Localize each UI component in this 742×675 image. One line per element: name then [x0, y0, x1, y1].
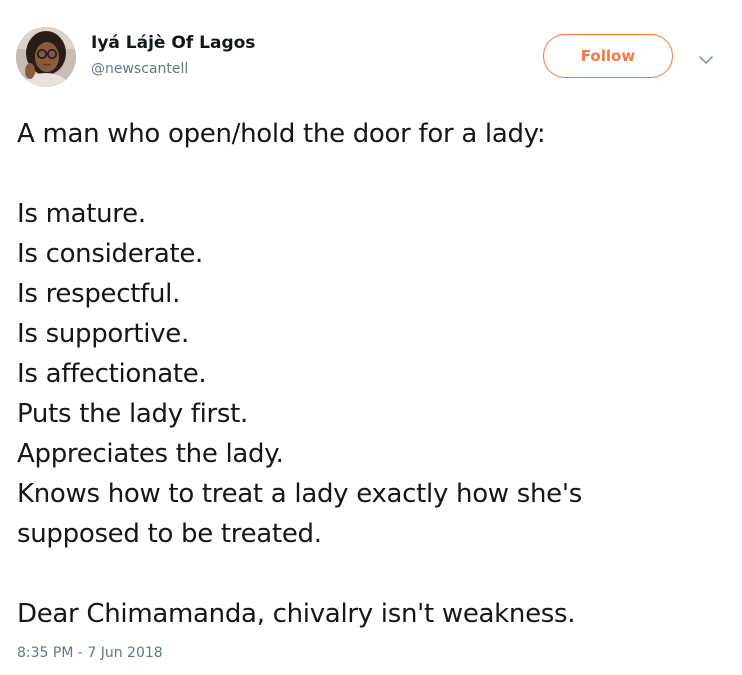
- tweet-line: Knows how to treat a lady exactly how sh…: [17, 479, 582, 509]
- user-display-name[interactable]: Iyá Lájè Of Lagos: [91, 33, 255, 53]
- user-handle[interactable]: @newscantell: [91, 61, 188, 77]
- tweet-text: A man who open/hold the door for a lady:…: [17, 114, 732, 634]
- tweet-line: A man who open/hold the door for a lady:: [17, 119, 546, 149]
- tweet-line: Is mature.: [17, 199, 146, 229]
- tweet-timestamp[interactable]: 8:35 PM - 7 Jun 2018: [17, 645, 163, 661]
- avatar[interactable]: [16, 27, 76, 87]
- tweet-line: Puts the lady first.: [17, 399, 249, 429]
- chevron-down-icon[interactable]: [697, 52, 715, 66]
- tweet-line: Appreciates the lady.: [17, 439, 284, 469]
- tweet-line: Is supportive.: [17, 319, 189, 349]
- avatar-image: [16, 27, 76, 87]
- tweet-line: Is respectful.: [17, 279, 181, 309]
- tweet-line: Is considerate.: [17, 239, 204, 269]
- tweet-line: supposed to be treated.: [17, 519, 322, 549]
- tweet-card: Iyá Lájè Of Lagos @newscantell Follow A …: [0, 0, 742, 675]
- tweet-line: Dear Chimamanda, chivalry isn't weakness…: [17, 599, 576, 629]
- tweet-line: Is affectionate.: [17, 359, 207, 389]
- follow-button[interactable]: Follow: [543, 34, 673, 78]
